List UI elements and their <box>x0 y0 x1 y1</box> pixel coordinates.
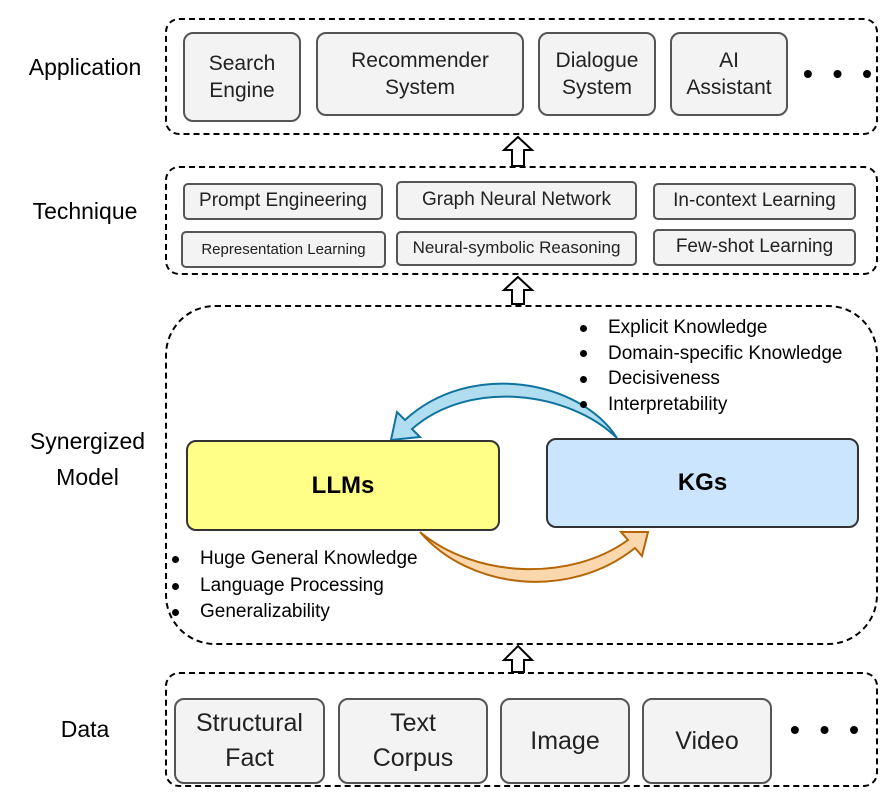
layer-label-data: Data <box>60 716 110 742</box>
data-image: Image <box>500 698 630 784</box>
kg-features-list: Explicit Knowledge Domain-specific Knowl… <box>578 315 842 417</box>
up-arrow-model-to-technique <box>501 275 535 305</box>
up-arrow-technique-to-application <box>501 135 535 167</box>
data-structural-fact: Structural Fact <box>174 698 325 784</box>
llms-box: LLMs <box>186 440 500 531</box>
llm-to-kg-arrow <box>419 531 650 583</box>
llm-feature: Huge General Knowledge <box>170 546 418 573</box>
llm-features-list: Huge General Knowledge Language Processi… <box>170 546 418 626</box>
up-arrow-data-to-model <box>501 644 535 673</box>
kg-feature: Explicit Knowledge <box>578 315 842 341</box>
llm-feature: Language Processing <box>170 573 418 600</box>
data-more-ellipsis: • • • <box>790 714 865 745</box>
kg-feature: Domain-specific Knowledge <box>578 341 842 367</box>
kg-feature: Interpretability <box>578 392 842 418</box>
llm-kg-framework-diagram: Application Search Engine Recommender Sy… <box>0 0 894 792</box>
llm-feature: Generalizability <box>170 599 418 626</box>
data-text-corpus: Text Corpus <box>338 698 488 784</box>
data-video: Video <box>642 698 772 784</box>
kg-feature: Decisiveness <box>578 366 842 392</box>
kgs-box: KGs <box>546 438 859 528</box>
